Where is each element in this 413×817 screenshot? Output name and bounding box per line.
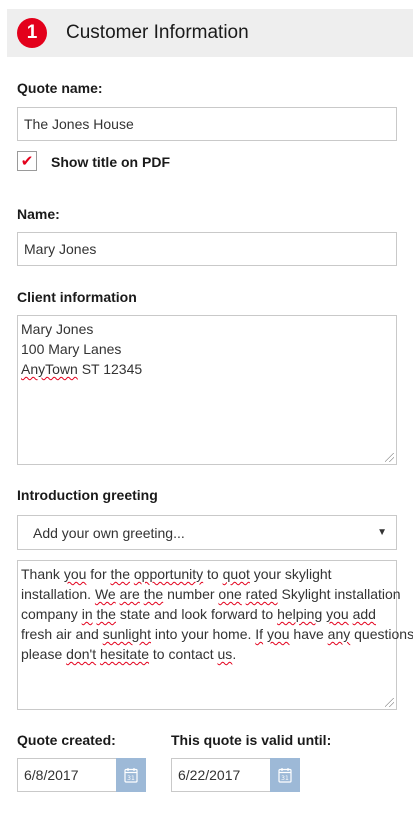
section-header: 1 Customer Information — [7, 9, 413, 57]
client-information-label: Client information — [17, 289, 137, 305]
section-title: Customer Information — [66, 22, 249, 43]
calendar-day: 31 — [281, 775, 289, 782]
greeting-select[interactable]: Add your own greeting... ▼ — [17, 515, 397, 550]
quote-created-input[interactable]: 6/8/2017 — [17, 758, 116, 792]
greeting-line: Thank you for the opportunity to quot yo… — [21, 566, 332, 582]
quote-created-label: Quote created: — [17, 732, 116, 748]
client-line: Mary Jones — [21, 321, 94, 337]
name-label: Name: — [17, 206, 60, 222]
valid-until-input[interactable]: 6/22/2017 — [171, 758, 270, 792]
client-line: 100 Mary Lanes — [21, 341, 122, 357]
valid-until-label: This quote is valid until: — [171, 732, 332, 748]
greeting-textarea[interactable]: Thank you for the opportunity to quot yo… — [17, 560, 413, 710]
client-line: AnyTown ST 12345 — [21, 361, 143, 377]
show-title-label: Show title on PDF — [51, 154, 170, 170]
quote-name-input[interactable]: The Jones House — [17, 107, 397, 141]
calendar-icon: 31 — [278, 768, 292, 783]
name-input[interactable]: Mary Jones — [17, 232, 397, 266]
show-title-checkbox[interactable]: ✔ — [17, 151, 37, 171]
quote-name-label: Quote name: — [17, 80, 103, 96]
caret-down-icon: ▼ — [377, 527, 387, 538]
greeting-line: company in the state and look forward to… — [21, 606, 376, 622]
quote-created-calendar-button[interactable]: 31 — [116, 758, 146, 792]
greeting-select-value: Add your own greeting... — [33, 524, 185, 541]
introduction-greeting-label: Introduction greeting — [17, 487, 158, 503]
greeting-line: installation. We are the number one rate… — [21, 586, 401, 602]
greeting-line: fresh air and sunlight into your home. I… — [21, 626, 413, 642]
greeting-line: please don't hesitate to contact us. — [21, 646, 237, 662]
valid-until-calendar-button[interactable]: 31 — [270, 758, 300, 792]
valid-until-field: 6/22/2017 31 — [171, 758, 300, 792]
client-information-textarea[interactable]: Mary Jones 100 Mary Lanes AnyTown ST 123… — [17, 315, 397, 465]
calendar-day: 31 — [127, 775, 135, 782]
step-number-badge: 1 — [17, 18, 47, 48]
checkmark-icon: ✔ — [20, 152, 34, 170]
resize-handle[interactable] — [385, 453, 394, 462]
resize-handle[interactable] — [385, 698, 394, 707]
calendar-icon: 31 — [124, 768, 138, 783]
quote-created-field: 6/8/2017 31 — [17, 758, 146, 792]
